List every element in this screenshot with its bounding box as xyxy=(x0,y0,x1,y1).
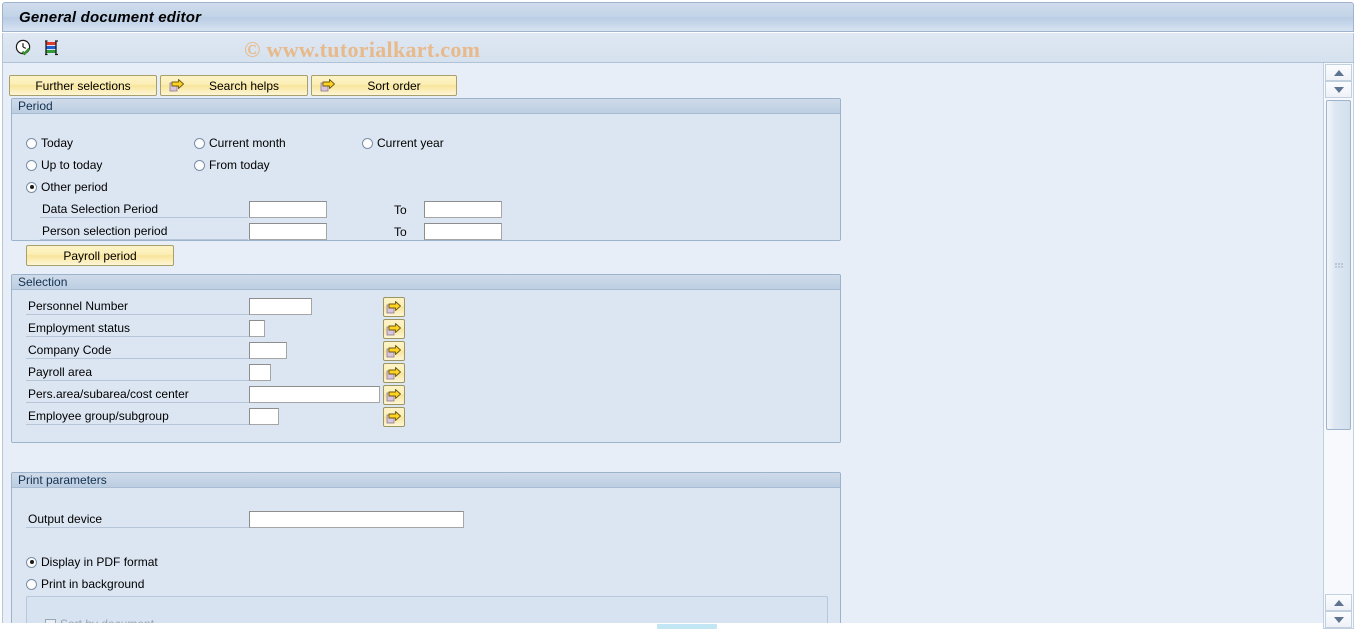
horizontal-scrollbar-thumb[interactable] xyxy=(657,624,717,629)
radio-current-month-indicator[interactable] xyxy=(194,137,205,149)
period-group: Period Today Current month Current year … xyxy=(11,98,841,266)
scroll-up-icon xyxy=(1333,69,1344,76)
vertical-scrollbar-thumb[interactable] xyxy=(1326,100,1351,430)
employee-group-subgroup-input[interactable] xyxy=(249,408,279,425)
person-selection-period-label: Person selection period xyxy=(40,223,248,240)
radio-print-in-background-label: Print in background xyxy=(41,577,145,591)
scrollbar-grip-icon xyxy=(1334,262,1343,268)
person-selection-period-to-input[interactable] xyxy=(424,223,502,240)
selection-group: Selection Personnel Number Employment st… xyxy=(11,274,841,443)
employment-status-multiselect-button[interactable] xyxy=(383,319,405,339)
radio-today[interactable]: Today xyxy=(26,136,73,150)
personnel-number-input[interactable] xyxy=(249,298,312,315)
radio-up-to-today-indicator[interactable] xyxy=(26,159,37,171)
print-parameters-group-header: Print parameters xyxy=(12,473,840,488)
payroll-period-button[interactable]: Payroll period xyxy=(26,245,174,266)
person-selection-period-to-label: To xyxy=(394,225,407,239)
radio-current-year-label: Current year xyxy=(377,136,444,150)
radio-current-year-indicator[interactable] xyxy=(362,137,373,149)
radio-from-today[interactable]: From today xyxy=(194,158,270,172)
scroll-up-button-top[interactable] xyxy=(1325,64,1352,81)
data-selection-period-to-label: To xyxy=(394,203,407,217)
radio-current-month[interactable]: Current month xyxy=(194,136,286,150)
scroll-up-button-bottom[interactable] xyxy=(1325,594,1352,611)
company-code-label: Company Code xyxy=(26,342,250,359)
sap-window: General document editor © www.tutorialka… xyxy=(0,0,1356,631)
radio-print-in-background-indicator[interactable] xyxy=(26,578,37,590)
employee-group-subgroup-multiselect-button[interactable] xyxy=(383,407,405,427)
radio-today-indicator[interactable] xyxy=(26,137,37,149)
radio-other-period[interactable]: Other period xyxy=(26,180,108,194)
company-code-multiselect-button[interactable] xyxy=(383,341,405,361)
radio-display-in-pdf-label: Display in PDF format xyxy=(41,555,158,569)
page-title: General document editor xyxy=(19,8,202,26)
further-selections-button[interactable]: Further selections xyxy=(9,75,157,96)
payroll-area-input[interactable] xyxy=(249,364,271,381)
radio-today-label: Today xyxy=(41,136,74,150)
radio-up-to-today[interactable]: Up to today xyxy=(26,158,102,172)
personnel-number-label: Personnel Number xyxy=(26,298,250,315)
radio-up-to-today-label: Up to today xyxy=(41,158,103,172)
employee-group-subgroup-label: Employee group/subgroup xyxy=(26,408,250,425)
execute-clock-icon[interactable] xyxy=(13,37,35,59)
window-title-bar: General document editor xyxy=(2,2,1354,32)
payroll-area-multiselect-button[interactable] xyxy=(383,363,405,383)
search-helps-button[interactable]: Search helps xyxy=(160,75,308,96)
output-device-label: Output device xyxy=(26,511,250,528)
pers-area-subarea-cost-center-multiselect-button[interactable] xyxy=(383,385,405,405)
radio-current-year[interactable]: Current year xyxy=(362,136,444,150)
data-selection-period-from-input[interactable] xyxy=(249,201,327,218)
pers-area-subarea-cost-center-input[interactable] xyxy=(249,386,380,403)
radio-print-in-background[interactable]: Print in background xyxy=(26,577,144,591)
scroll-up-icon xyxy=(1333,599,1344,606)
print-parameters-group-body: Output device Display in PDF format Prin… xyxy=(12,488,840,629)
selection-screen-content: Further selections Search helps Sort ord… xyxy=(2,63,1323,629)
employment-status-input[interactable] xyxy=(249,320,265,337)
scroll-down-icon xyxy=(1333,616,1344,623)
sort-order-label: Sort order xyxy=(367,78,421,93)
period-group-body: Today Current month Current year Up to t… xyxy=(12,114,840,266)
radio-other-period-indicator[interactable] xyxy=(26,181,37,193)
company-code-input[interactable] xyxy=(249,342,287,359)
arrow-right-multiselect-icon xyxy=(320,78,336,93)
radio-other-period-label: Other period xyxy=(41,180,108,194)
sort-order-button[interactable]: Sort order xyxy=(311,75,457,96)
scroll-down-icon xyxy=(1333,86,1344,93)
horizontal-scrollbar[interactable] xyxy=(2,623,1323,631)
selection-group-header: Selection xyxy=(12,275,840,290)
radio-current-month-label: Current month xyxy=(209,136,286,150)
data-selection-period-to-input[interactable] xyxy=(424,201,502,218)
person-selection-period-from-input[interactable] xyxy=(249,223,327,240)
selection-button-row: Further selections Search helps Sort ord… xyxy=(9,75,457,96)
period-group-header: Period xyxy=(12,99,840,114)
arrow-right-multiselect-icon xyxy=(169,78,185,93)
scroll-down-button-bottom[interactable] xyxy=(1325,611,1352,628)
output-device-input[interactable] xyxy=(249,511,464,528)
application-toolbar xyxy=(2,33,1354,63)
search-helps-label: Search helps xyxy=(208,78,280,93)
further-selections-label: Further selections xyxy=(35,78,131,93)
data-selection-period-label: Data Selection Period xyxy=(40,201,248,218)
scroll-down-button-top[interactable] xyxy=(1325,81,1352,98)
pers-area-subarea-cost-center-label: Pers.area/subarea/cost center xyxy=(26,386,250,403)
radio-display-in-pdf-indicator[interactable] xyxy=(26,556,37,568)
payroll-area-label: Payroll area xyxy=(26,364,250,381)
print-parameters-group: Print parameters Output device Display i… xyxy=(11,472,841,629)
payroll-period-label: Payroll period xyxy=(63,248,137,263)
vertical-scrollbar[interactable] xyxy=(1323,63,1354,629)
employment-status-label: Employment status xyxy=(26,320,250,337)
radio-display-in-pdf-format[interactable]: Display in PDF format xyxy=(26,555,158,569)
personnel-number-multiselect-button[interactable] xyxy=(383,297,405,317)
selection-group-body: Personnel Number Employment status Compa… xyxy=(12,290,840,442)
radio-from-today-label: From today xyxy=(209,158,270,172)
radio-from-today-indicator[interactable] xyxy=(194,159,205,171)
variant-list-icon[interactable] xyxy=(41,37,63,59)
